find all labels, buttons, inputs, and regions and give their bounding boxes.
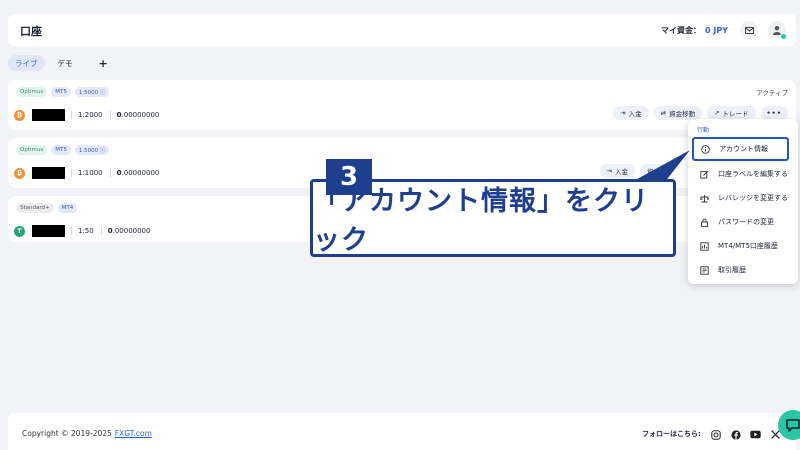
- bitcoin-icon: ₿: [14, 109, 25, 121]
- badge-max-leverage: 1:5000 ⓘ: [74, 87, 110, 97]
- menu-item-trade-history[interactable]: 取引履歴: [688, 259, 798, 281]
- account-status: アクティブ: [756, 89, 788, 97]
- account-card: Optimus MT5 1:5000 ⓘ アクティブ ₿ 1:2000 0.00…: [8, 80, 796, 130]
- edit-icon: [700, 170, 709, 179]
- menu-item-edit-label[interactable]: 口座ラベルを編集する: [688, 163, 798, 185]
- trade-history-icon: [700, 265, 709, 275]
- history-icon: [700, 241, 709, 251]
- transfer-button[interactable]: 資金移動: [640, 164, 668, 178]
- menu-item-label: 取引履歴: [718, 266, 746, 274]
- account-actions: ⇥ 入金 ⇄ 資金移動 ↗ トレード •••: [608, 106, 788, 120]
- user-profile-icon[interactable]: [768, 21, 787, 40]
- menu-item-label: レバレッジを変更する: [718, 194, 788, 202]
- menu-item-account-history[interactable]: MT4/MT5口座履歴: [688, 235, 798, 257]
- badge-platform: MT4: [57, 203, 78, 213]
- menu-item-change-password[interactable]: パスワードの変更: [688, 211, 798, 233]
- redacted-account-number: [32, 225, 65, 237]
- menu-item-label: アカウント情報: [719, 145, 768, 153]
- account-balance: 0.00000000: [100, 227, 150, 235]
- account-type-tabs: ライブ デモ +: [8, 55, 121, 71]
- funds-label: マイ資金：: [661, 26, 702, 35]
- badge-platform: MT5: [51, 87, 71, 97]
- menu-item-label: 口座ラベルを編集する: [718, 170, 788, 178]
- page-title: 口座: [20, 25, 42, 38]
- account-balance: 0.00000000: [109, 169, 159, 177]
- redacted-account-number: [32, 167, 65, 179]
- deposit-button[interactable]: ⇥ 入金: [599, 164, 635, 178]
- trade-button[interactable]: ↗ トレード: [707, 106, 756, 120]
- account-badges: Optimus MT5 1:5000 ⓘ: [16, 145, 113, 155]
- transfer-button[interactable]: ⇄ 資金移動: [653, 106, 703, 120]
- facebook-icon[interactable]: [730, 429, 741, 440]
- account-actions: ⇥入金 資金移動: [595, 164, 668, 178]
- deposit-button[interactable]: ⇥ 入金: [613, 106, 649, 120]
- menu-item-account-info[interactable]: アカウント情報: [692, 137, 789, 161]
- tether-icon: T: [14, 225, 25, 237]
- account-leverage: 1:1000: [71, 169, 103, 177]
- badge-max-leverage: 1:5000 ⓘ: [74, 145, 110, 155]
- step-number-badge: 3: [326, 159, 372, 195]
- follow-label: フォローはこちら:: [642, 430, 701, 438]
- my-funds: マイ資金： 0 JPY: [661, 25, 728, 36]
- account-badges: Standard+ MT4: [16, 203, 81, 213]
- online-status-dot: [780, 33, 787, 40]
- badge-account-type: Optimus: [16, 145, 48, 155]
- account-balance: 0.00000000: [109, 111, 159, 119]
- bitcoin-icon: ₿: [14, 167, 25, 179]
- more-actions-button[interactable]: •••: [760, 106, 788, 120]
- funds-value: 0 JPY: [705, 26, 728, 35]
- menu-item-label: パスワードの変更: [718, 218, 774, 226]
- copyright: Copyright © 2019-2025 FXGT.com: [22, 429, 152, 438]
- account-leverage: 1:2000: [71, 111, 103, 119]
- scale-icon: [700, 194, 709, 203]
- redacted-account-number: [32, 109, 65, 121]
- badge-platform: MT5: [51, 145, 71, 155]
- top-header: 口座 マイ資金： 0 JPY: [8, 14, 796, 46]
- tab-live[interactable]: ライブ: [8, 55, 45, 71]
- instagram-icon[interactable]: [710, 429, 721, 440]
- dropdown-header: 行動: [697, 127, 710, 134]
- account-leverage: 1:50: [71, 227, 94, 235]
- menu-item-change-leverage[interactable]: レバレッジを変更する: [688, 187, 798, 209]
- lock-icon: [700, 218, 709, 227]
- page-footer: Copyright © 2019-2025 FXGT.com フォローはこちら:: [8, 413, 796, 450]
- account-row: ₿ 1:2000 0.00000000: [14, 108, 159, 122]
- actions-dropdown-menu: 行動 アカウント情報 口座ラベルを編集する レバレッジを変更する パスワードの変…: [688, 119, 798, 284]
- menu-item-label: MT4/MT5口座履歴: [718, 242, 778, 250]
- chat-icon: [786, 419, 800, 432]
- mail-icon[interactable]: [740, 21, 758, 39]
- badge-account-type: Optimus: [16, 87, 48, 97]
- account-badges: Optimus MT5 1:5000 ⓘ: [16, 87, 113, 97]
- chat-support-button[interactable]: [778, 410, 800, 440]
- badge-account-type: Standard+: [16, 203, 54, 213]
- fxgt-link[interactable]: FXGT.com: [115, 429, 152, 438]
- tab-demo[interactable]: デモ: [51, 55, 80, 71]
- account-row: T 1:50 0.00000000: [14, 224, 150, 238]
- info-icon: [701, 144, 710, 154]
- account-row: ₿ 1:1000 0.00000000: [14, 166, 159, 180]
- youtube-icon[interactable]: [750, 429, 761, 440]
- add-account-button[interactable]: +: [92, 55, 115, 71]
